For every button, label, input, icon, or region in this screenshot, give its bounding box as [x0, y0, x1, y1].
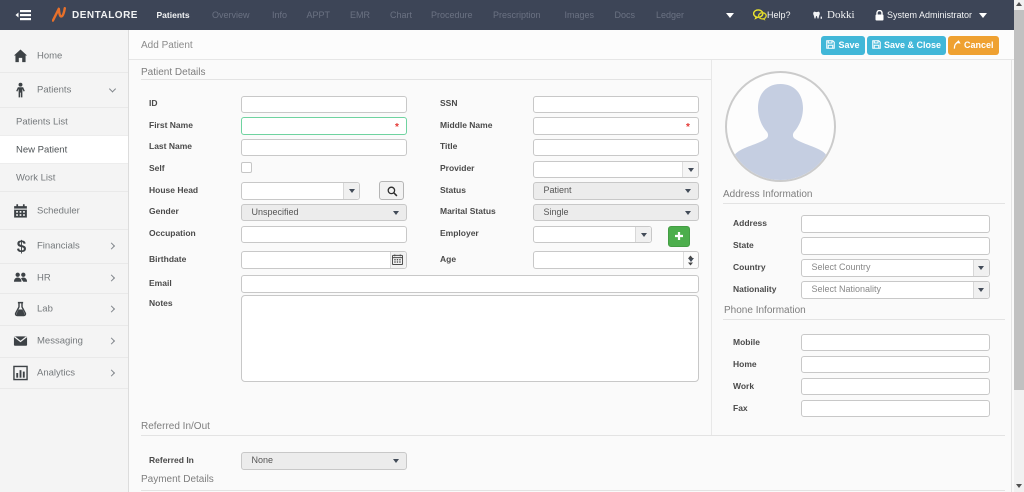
svg-text:$: $	[17, 238, 27, 255]
